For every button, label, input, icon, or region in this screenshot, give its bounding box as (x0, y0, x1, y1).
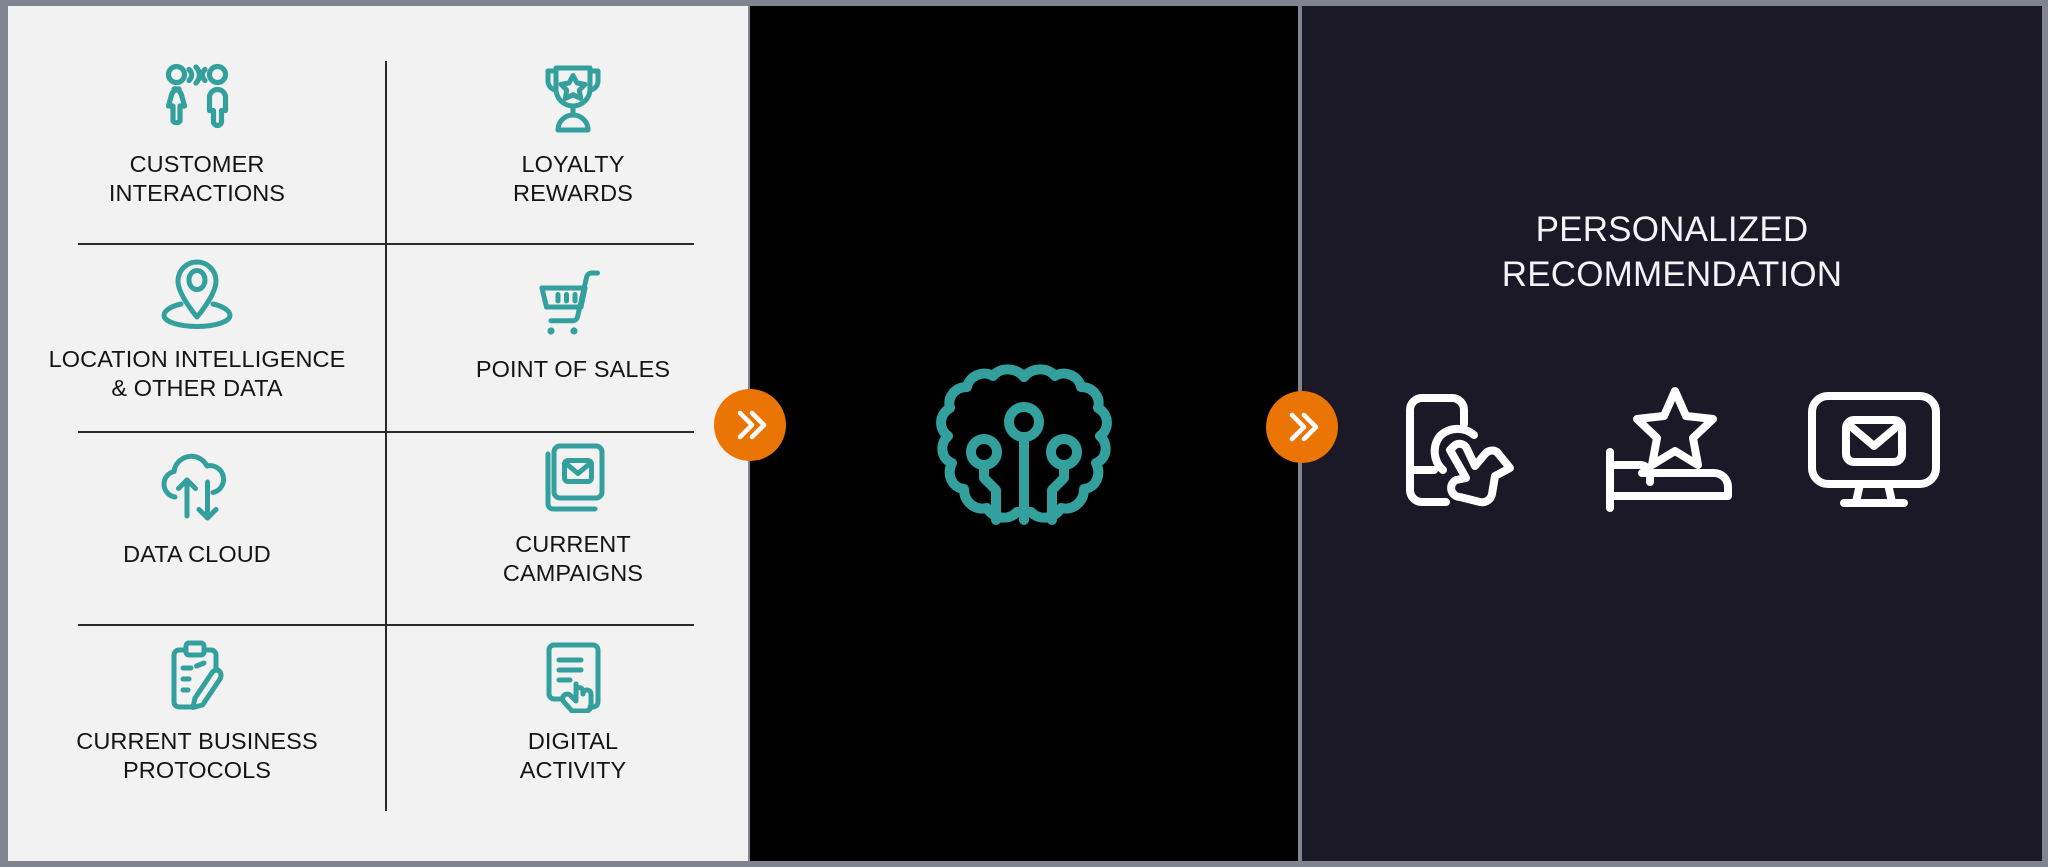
data-sources-grid: CUSTOMER INTERACTIONS LOYALTY REWARDS LO… (8, 6, 748, 861)
grid-cell-loyalty-rewards[interactable]: LOYALTY REWARDS (388, 54, 758, 244)
grid-cell-data-cloud[interactable]: DATA CLOUD (12, 438, 382, 624)
grid-cell-label: LOYALTY REWARDS (513, 151, 633, 206)
ai-brain-circuit-icon (928, 360, 1120, 547)
cloud-sync-arrows-icon (160, 448, 234, 530)
grid-cell-label: LOCATION INTELLIGENCE & OTHER DATA (48, 346, 346, 401)
grid-cell-point-of-sales[interactable]: POINT OF SALES (388, 251, 758, 431)
grid-cell-label: DATA CLOUD (123, 541, 271, 567)
grid-horizontal-divider-2 (78, 431, 694, 433)
mail-stack-icon (536, 438, 610, 520)
right-panel-title: PERSONALIZED RECOMMENDATION (1501, 210, 1843, 294)
location-pin-icon (160, 253, 234, 335)
grid-cell-label: CUSTOMER INTERACTIONS (108, 151, 286, 206)
desktop-email-icon (1804, 386, 1944, 516)
grid-cell-current-business-protocols[interactable]: CURRENT BUSINESS PROTOCOLS (12, 631, 382, 811)
grid-cell-customer-interactions[interactable]: CUSTOMER INTERACTIONS (12, 54, 382, 244)
document-tap-hand-icon (536, 635, 610, 717)
shopping-cart-icon (536, 263, 610, 345)
grid-cell-location-intelligence[interactable]: LOCATION INTELLIGENCE & OTHER DATA (12, 251, 382, 431)
diagram-canvas: CUSTOMER INTERACTIONS LOYALTY REWARDS LO… (0, 0, 2048, 867)
grid-cell-label: POINT OF SALES (475, 356, 671, 382)
grid-vertical-divider (385, 61, 387, 811)
grid-cell-label: CURRENT BUSINESS PROTOCOLS (76, 728, 318, 783)
grid-cell-digital-activity[interactable]: DIGITAL ACTIVITY (388, 631, 758, 811)
clipboard-pencil-icon (160, 635, 234, 717)
recommendation-channel-icons (1400, 386, 1944, 516)
arrow-left-to-center[interactable] (714, 389, 786, 461)
grid-cell-label: DIGITAL ACTIVITY (519, 728, 627, 783)
ai-engine-panel: AI / ML MODELS (750, 6, 1298, 861)
grid-cell-current-campaigns[interactable]: CURRENT CAMPAIGNS (388, 438, 758, 624)
two-people-interaction-icon (160, 58, 234, 140)
trophy-star-icon (536, 58, 610, 140)
bed-star-rating-icon (1602, 386, 1742, 516)
center-panel-title: AI / ML MODELS (950, 203, 1098, 285)
grid-cell-label: CURRENT CAMPAIGNS (502, 531, 644, 586)
mobile-touch-icon (1400, 386, 1540, 516)
personalized-recommendation-panel: PERSONALIZED RECOMMENDATION (1302, 6, 2042, 861)
grid-horizontal-divider-3 (78, 624, 694, 626)
arrow-center-to-right[interactable] (1266, 391, 1338, 463)
